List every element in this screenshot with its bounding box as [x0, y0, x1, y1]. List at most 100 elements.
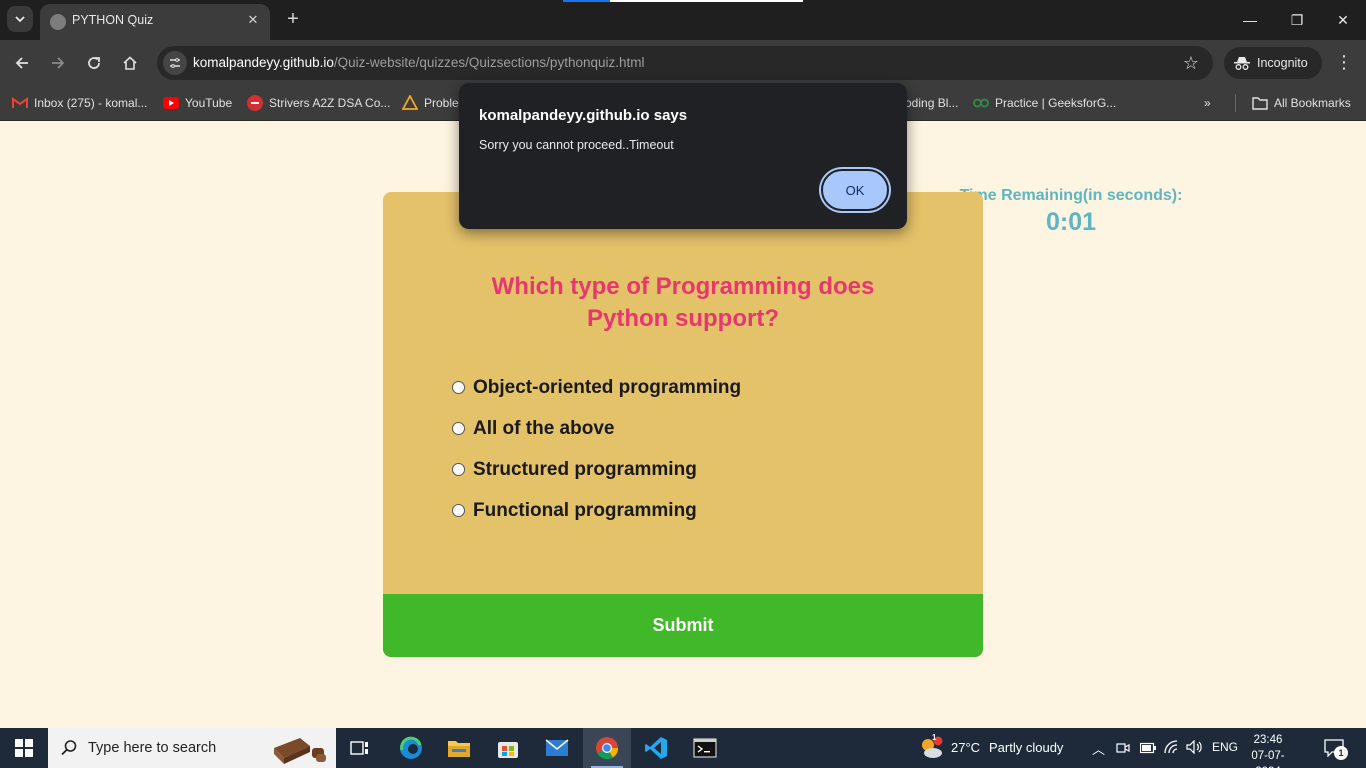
incognito-icon [1234, 57, 1250, 70]
gfg-icon [973, 95, 989, 111]
alert-dialog: komalpandeyy.github.io says Sorry you ca… [459, 83, 907, 229]
url-path: /Quiz-website/quizzes/Quizsections/pytho… [333, 55, 645, 70]
task-view-icon[interactable] [336, 728, 384, 768]
timer-value: 0:01 [1045, 208, 1097, 236]
language-indicator[interactable]: ENG [1212, 740, 1238, 754]
quiz-card: Which type of Programming does Python su… [383, 192, 983, 657]
vscode-icon[interactable] [632, 728, 680, 768]
start-button[interactable] [0, 728, 48, 768]
incognito-indicator[interactable]: Incognito [1224, 47, 1322, 79]
browser-tab[interactable]: PYTHON Quiz ✕ [40, 4, 270, 40]
edge-icon[interactable] [387, 728, 435, 768]
more-menu-icon[interactable]: ⋮ [1334, 51, 1354, 73]
option-label: Object-oriented programming [473, 376, 742, 398]
option-label: Structured programming [473, 458, 697, 480]
close-tab-icon[interactable]: ✕ [244, 11, 262, 29]
reload-icon[interactable] [81, 50, 107, 76]
bookmark-coding[interactable]: oding Bl... [905, 93, 958, 113]
submit-button[interactable]: Submit [383, 594, 983, 657]
radio-button[interactable] [452, 504, 465, 517]
battery-icon[interactable] [1140, 742, 1156, 754]
bookmark-label: YouTube [185, 96, 233, 110]
bookmark-label: Inbox (275) - komal... [34, 96, 148, 110]
tray-overflow-icon[interactable]: ︿ [1092, 739, 1105, 758]
chevron-down-icon [15, 16, 25, 23]
clock[interactable]: 23:46 07-07-2024 [1240, 732, 1296, 768]
weather-badge: 1 [932, 733, 937, 742]
tab-search-button[interactable] [7, 6, 33, 32]
weather-icon [922, 736, 943, 758]
windows-icon [15, 739, 33, 757]
restore-icon[interactable]: ❐ [1282, 8, 1312, 32]
dialog-message: Sorry you cannot proceed..Timeout [479, 138, 674, 152]
notification-count: 1 [1334, 746, 1348, 760]
browser-toolbar: komalpandeyy.github.io/Quiz-website/quiz… [0, 40, 1366, 86]
bookmarks-divider [1235, 94, 1236, 112]
meet-now-icon[interactable] [1116, 741, 1130, 755]
bookmark-gmail[interactable]: Inbox (275) - komal... [12, 93, 147, 113]
dialog-title: komalpandeyy.github.io says [479, 107, 688, 124]
search-icon [61, 740, 77, 756]
problem-icon [402, 95, 418, 111]
browser-titlebar: PYTHON Quiz ✕ + — ❐ ✕ [0, 0, 1366, 40]
gmail-icon [12, 95, 28, 111]
option-label: All of the above [473, 417, 615, 439]
ok-button[interactable]: OK [821, 169, 889, 211]
forward-icon[interactable] [45, 50, 71, 76]
wifi-icon[interactable] [1164, 740, 1180, 754]
address-bar[interactable]: komalpandeyy.github.io/Quiz-website/quiz… [157, 46, 1213, 80]
terminal-icon[interactable] [681, 728, 729, 768]
minimize-icon[interactable]: — [1235, 8, 1265, 32]
url-text: komalpandeyy.github.io/Quiz-website/quiz… [193, 55, 644, 70]
bookmark-gfg[interactable]: Practice | GeeksforG... [973, 93, 1116, 113]
radio-button[interactable] [452, 463, 465, 476]
incognito-label: Incognito [1257, 56, 1308, 70]
bookmark-youtube[interactable]: YouTube [163, 93, 232, 113]
clock-time: 23:46 [1253, 734, 1283, 746]
bookmark-label: Proble [424, 96, 459, 110]
bookmark-label: Practice | GeeksforG... [995, 96, 1117, 110]
globe-icon [50, 14, 66, 30]
radio-button[interactable] [452, 422, 465, 435]
youtube-icon [163, 95, 179, 111]
window-close-icon[interactable]: ✕ [1328, 8, 1358, 32]
bookmark-label: oding Bl... [905, 96, 959, 110]
url-host: komalpandeyy.github.io [193, 55, 334, 70]
weather-desc: Partly cloudy [989, 740, 1064, 755]
timer: Time Remaining(in seconds): 0:01 [950, 187, 1192, 237]
more-bookmarks-icon[interactable]: » [1204, 93, 1211, 113]
store-icon[interactable] [484, 728, 532, 768]
option-all-of-the-above[interactable]: All of the above [452, 408, 741, 449]
chrome-icon[interactable] [583, 728, 631, 768]
volume-icon[interactable] [1186, 740, 1204, 754]
home-icon[interactable] [117, 50, 143, 76]
cake-icon [274, 738, 326, 764]
site-info-icon[interactable] [163, 51, 187, 75]
bookmark-label: Strivers A2Z DSA Co... [269, 96, 391, 110]
timer-label: Time Remaining(in seconds): [959, 187, 1183, 204]
back-icon[interactable] [9, 50, 35, 76]
mail-icon[interactable] [533, 728, 581, 768]
tuf-icon [247, 95, 263, 111]
option-label: Functional programming [473, 499, 697, 521]
options-list: Object-oriented programming All of the a… [452, 367, 741, 531]
option-structured[interactable]: Structured programming [452, 449, 741, 490]
top-indicator [563, 0, 803, 2]
all-bookmarks-label: All Bookmarks [1274, 96, 1351, 110]
bookmark-star-icon[interactable]: ☆ [1183, 52, 1199, 74]
question-text: Which type of Programming does Python su… [491, 273, 875, 332]
file-explorer-icon[interactable] [435, 728, 483, 768]
option-functional[interactable]: Functional programming [452, 490, 741, 531]
clock-date: 07-07-2024 [1251, 750, 1285, 768]
new-tab-icon[interactable]: + [282, 8, 304, 30]
folder-icon [1252, 95, 1268, 111]
bookmark-problems[interactable]: Proble [402, 93, 459, 113]
search-placeholder: Type here to search [88, 740, 217, 756]
weather-temp: 27°C [951, 740, 981, 755]
tab-title: PYTHON Quiz [72, 13, 154, 27]
windows-taskbar: Type here to search 1 27°C Partly cloudy… [0, 728, 1366, 768]
option-object-oriented[interactable]: Object-oriented programming [452, 367, 741, 408]
all-bookmarks[interactable]: All Bookmarks [1252, 93, 1351, 113]
bookmark-strivers[interactable]: Strivers A2Z DSA Co... [247, 93, 390, 113]
radio-button[interactable] [452, 381, 465, 394]
